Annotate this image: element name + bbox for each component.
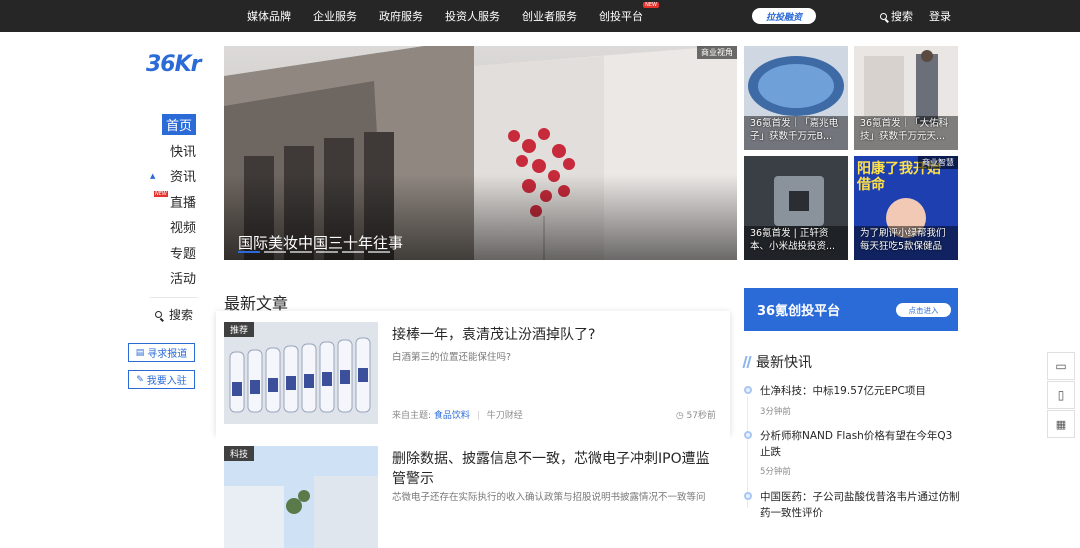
timeline-dot-icon xyxy=(744,431,752,439)
newsflash-time: 5分钟前 xyxy=(760,467,791,477)
article-tag: 推荐 xyxy=(224,322,255,337)
chat-icon: ▭ xyxy=(1055,359,1067,373)
slash-icon xyxy=(742,356,752,368)
carousel-dot[interactable] xyxy=(264,251,286,253)
feedback-button[interactable]: ▭ xyxy=(1047,352,1075,380)
search-icon xyxy=(155,311,162,318)
article-summary: 芯微电子还存在实际执行的收入确认政策与招股说明书披露情况不一致等问 xyxy=(392,492,706,503)
sidebar-item-news[interactable]: ▲ 资讯 xyxy=(150,163,200,189)
hero-label: 商业视角 xyxy=(697,46,737,59)
nav-venture-platform[interactable]: 创投平台 xyxy=(599,2,659,24)
venture-platform-banner[interactable]: 36氪创投平台 点击进入 xyxy=(744,288,958,331)
qr-code-button[interactable]: ▦ xyxy=(1047,410,1075,438)
nav-media-brand[interactable]: 媒体品牌 xyxy=(247,8,291,24)
hero-title[interactable]: 国际美妆中国三十年往事 xyxy=(238,232,403,253)
mobile-app-button[interactable]: ▯ xyxy=(1047,381,1075,409)
newsflash-title: 最新快讯 xyxy=(742,352,812,372)
top-search-button[interactable]: 搜索 xyxy=(880,8,913,24)
article-image xyxy=(224,322,378,424)
login-button[interactable]: 登录 xyxy=(929,8,951,24)
nav-government-service[interactable]: 政府服务 xyxy=(379,8,423,24)
nav-founder-service[interactable]: 创业者服务 xyxy=(522,8,577,24)
sidebar-nav: 首页 快讯 ▲ 资讯 NEW 直播 视频 专题 活动 xyxy=(150,112,200,291)
article-item[interactable]: 推荐 接棒一年，袁清茂让汾酒掉队了? 白酒第三的位置还能保住吗? 来自主题: 食… xyxy=(216,311,730,435)
article-meta: 来自主题: 食品饮料 | 牛刀财经 xyxy=(392,411,523,421)
promo-enter-button[interactable]: 点击进入 xyxy=(896,303,951,317)
sidebar-item-newsflash[interactable]: 快讯 xyxy=(150,138,200,164)
article-author[interactable]: 牛刀财经 xyxy=(487,411,523,421)
card-caption: 36氪首发｜「大佑科技」获数千万元天... xyxy=(860,118,949,142)
new-badge-icon: NEW xyxy=(154,190,168,197)
top-nav: 媒体品牌 企业服务 政府服务 投资人服务 创业者服务 创投平台 xyxy=(236,0,659,32)
timeline-dot-icon xyxy=(744,386,752,394)
edit-icon: ✎ xyxy=(136,374,144,385)
article-image xyxy=(224,446,378,548)
join-button[interactable]: ✎ 我要入驻 xyxy=(128,370,195,389)
newsflash-text[interactable]: 中国医药：子公司盐酸伐昔洛韦片通过仿制药一致性评价 xyxy=(760,489,960,521)
article-title[interactable]: 删除数据、披露信息不一致，芯微电子冲刺IPO遭监管警示 xyxy=(392,449,718,489)
nav-investor-service[interactable]: 投资人服务 xyxy=(445,8,500,24)
nav-enterprise-service[interactable]: 企业服务 xyxy=(313,8,357,24)
site-logo[interactable]: 36Kr xyxy=(146,52,202,77)
search-icon xyxy=(880,12,887,20)
triangle-icon: ▲ xyxy=(150,171,156,180)
top-right-actions: 搜索 登录 xyxy=(872,0,959,32)
sidebar-item-topics[interactable]: 专题 xyxy=(150,240,200,266)
carousel-indicators xyxy=(238,251,390,253)
sidebar-divider xyxy=(150,297,198,298)
featured-card-3[interactable]: 36氪首发 | 正轩资本、小米战投投资... xyxy=(744,156,848,260)
article-summary: 白酒第三的位置还能保住吗? xyxy=(392,352,512,363)
article-tag: 科技 xyxy=(224,446,255,461)
clock-icon: ◷ xyxy=(675,411,687,421)
hero-image xyxy=(224,46,737,260)
document-icon: ▤ xyxy=(135,347,145,358)
card-caption: 为了刷评小绿帮我们每天狂吃5款保健品 xyxy=(860,228,946,252)
newsflash-text[interactable]: 分析师称NAND Flash价格有望在今年Q3止跌 xyxy=(760,428,960,460)
article-item[interactable]: 科技 删除数据、披露信息不一致，芯微电子冲刺IPO遭监管警示 芯微电子还存在实际… xyxy=(216,435,730,548)
carousel-dot[interactable] xyxy=(316,251,338,253)
sidebar-item-video[interactable]: 视频 xyxy=(150,214,200,240)
phone-icon: ▯ xyxy=(1057,388,1065,402)
timeline-dot-icon xyxy=(744,492,752,500)
article-title[interactable]: 接棒一年，袁清茂让汾酒掉队了? xyxy=(392,325,718,345)
qr-code-icon: ▦ xyxy=(1055,417,1067,431)
article-topic-link[interactable]: 食品饮料 xyxy=(434,411,470,421)
featured-card-4[interactable]: 阳康了我开始借命 商业智慧 为了刷评小绿帮我们每天狂吃5款保健品 xyxy=(854,156,958,260)
sidebar-item-home[interactable]: 首页 xyxy=(150,112,200,138)
carousel-dot-active[interactable] xyxy=(238,251,260,253)
card-caption: 36氪首发 | 正轩资本、小米战投投资... xyxy=(750,228,836,252)
newsflash-text[interactable]: 仕净科技：中标19.57亿元EPC项目 xyxy=(760,383,960,399)
card-label: 商业智慧 xyxy=(918,156,958,169)
hero-carousel[interactable]: 商业视角 国际美妆中国三十年往事 xyxy=(224,46,737,260)
article-time: ◷ 57秒前 xyxy=(675,411,716,421)
sidebar-search-button[interactable]: 搜索 xyxy=(155,306,193,323)
card-caption: 36氪首发｜「嘉兆电子」获数千万元B... xyxy=(750,118,839,142)
carousel-dot[interactable] xyxy=(290,251,312,253)
seek-coverage-button[interactable]: ▤ 寻求报道 xyxy=(128,343,195,362)
sidebar-item-live[interactable]: NEW 直播 xyxy=(150,189,200,215)
carousel-dot[interactable] xyxy=(368,251,390,253)
featured-card-2[interactable]: 36氪首发｜「大佑科技」获数千万元天... xyxy=(854,46,958,150)
promo-title: 36氪创投平台 xyxy=(757,304,841,319)
sidebar-item-events[interactable]: 活动 xyxy=(150,265,200,291)
investment-badge-button[interactable]: 拉投融资 xyxy=(752,8,816,24)
top-navigation-bar: 媒体品牌 企业服务 政府服务 投资人服务 创业者服务 创投平台 拉投融资 搜索 … xyxy=(0,0,1080,32)
featured-card-1[interactable]: 36氪首发｜「嘉兆电子」获数千万元B... xyxy=(744,46,848,150)
newsflash-time: 3分钟前 xyxy=(760,407,791,417)
carousel-dot[interactable] xyxy=(342,251,364,253)
